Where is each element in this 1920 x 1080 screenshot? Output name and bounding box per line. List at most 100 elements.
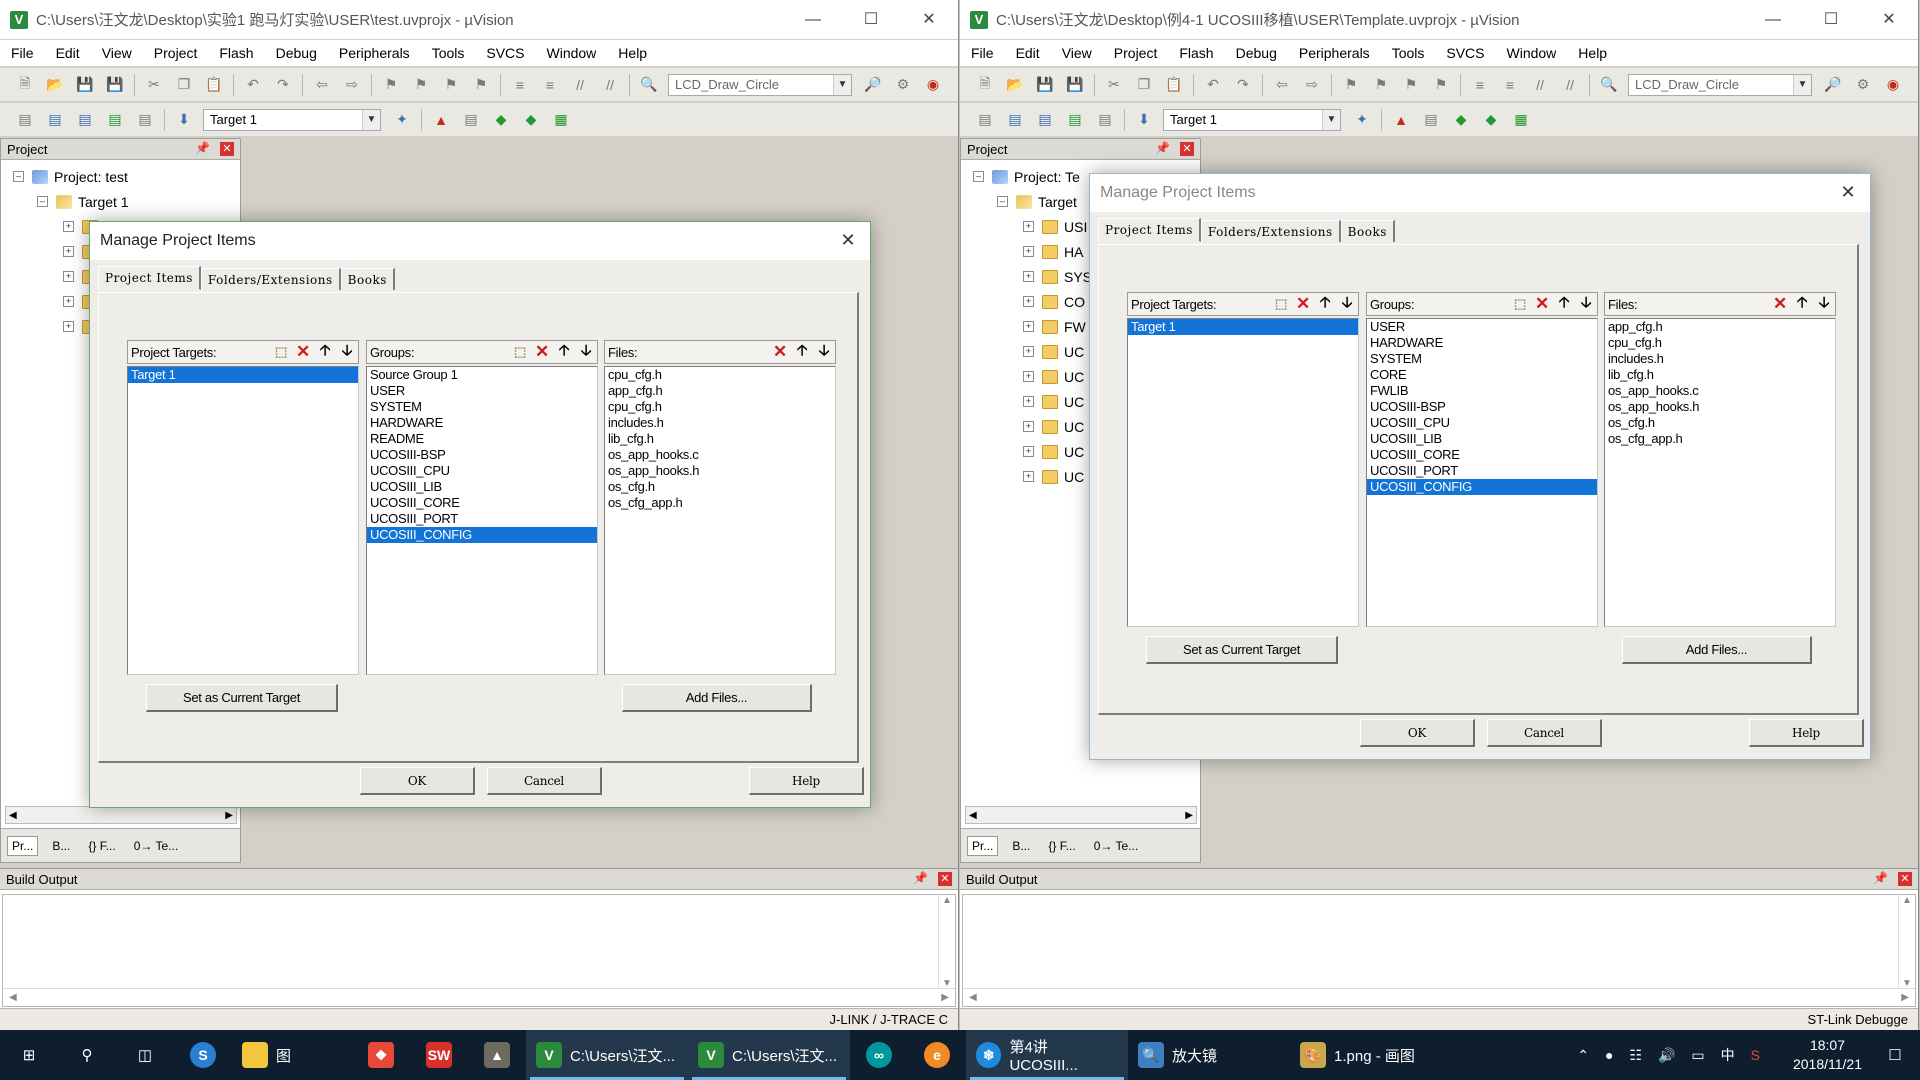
comment-icon[interactable]: // — [1529, 75, 1551, 95]
menu-svcs[interactable]: SVCS — [475, 45, 535, 61]
expand-icon[interactable]: + — [1023, 446, 1034, 457]
manage-components-icon[interactable]: ▤ — [1420, 110, 1442, 130]
run-time-environment-icon[interactable]: ▦ — [550, 110, 572, 130]
expand-icon[interactable]: + — [63, 221, 74, 232]
maximize-button[interactable]: ☐ — [1802, 0, 1860, 39]
menu-project[interactable]: Project — [143, 45, 209, 61]
group-item[interactable]: CORE — [1367, 367, 1597, 383]
group-item[interactable]: UCOSIII_PORT — [1367, 463, 1597, 479]
unindent-icon[interactable]: ≡ — [1499, 75, 1521, 95]
menu-window[interactable]: Window — [1496, 45, 1568, 61]
tab-functions[interactable]: {} F... — [1044, 837, 1079, 855]
file-item[interactable]: os_app_hooks.h — [605, 463, 835, 479]
save-icon[interactable]: 💾 — [1034, 75, 1056, 95]
tree-target-node[interactable]: – Target 1 — [1, 189, 240, 214]
tab-project-items[interactable]: Project Items — [1098, 218, 1201, 242]
manage-project-items-icon[interactable]: ▲ — [430, 110, 452, 130]
menu-edit[interactable]: Edit — [1005, 45, 1051, 61]
minimize-button[interactable]: — — [784, 0, 842, 39]
move-down-icon[interactable]: 🡣 — [1813, 294, 1835, 314]
undo-icon[interactable]: ↶ — [242, 75, 264, 95]
search-icon[interactable]: ⚲ — [58, 1030, 116, 1080]
group-item[interactable]: UCOSIII_CORE — [1367, 447, 1597, 463]
move-down-icon[interactable]: 🡣 — [336, 342, 358, 362]
new-item-icon[interactable]: ⬚ — [270, 342, 292, 362]
tab-books[interactable]: Books — [340, 268, 395, 290]
file-item[interactable]: os_cfg.h — [605, 479, 835, 495]
collapse-icon[interactable]: – — [13, 171, 24, 182]
volume-icon[interactable]: 🔊 — [1658, 1047, 1675, 1064]
build-output-text[interactable]: ▲ ▼ ◀ ▶ — [962, 894, 1916, 1007]
delete-icon[interactable]: ✕ — [1769, 294, 1791, 314]
stop-build-icon[interactable]: ▤ — [1094, 110, 1116, 130]
expand-icon[interactable]: + — [63, 271, 74, 282]
save-all-icon[interactable]: 💾 — [1064, 75, 1086, 95]
expand-icon[interactable]: + — [1023, 371, 1034, 382]
tab-project[interactable]: Pr... — [967, 835, 999, 856]
keil-taskbar-item[interactable]: V C:\Users\汪文... — [526, 1030, 688, 1080]
file-item[interactable]: app_cfg.h — [1605, 319, 1835, 335]
group-item-selected[interactable]: UCOSIII_CONFIG — [367, 527, 597, 543]
move-down-icon[interactable]: 🡣 — [813, 342, 835, 362]
paint-taskbar-item[interactable]: 🎨 1.png - 画图 — [1290, 1030, 1452, 1080]
minimize-button[interactable]: — — [1744, 0, 1802, 39]
download-icon[interactable]: ⬇ — [173, 110, 195, 130]
expand-icon[interactable]: + — [1023, 321, 1034, 332]
build-icon[interactable]: ▤ — [1004, 110, 1026, 130]
group-item[interactable]: UCOSIII-BSP — [367, 447, 597, 463]
move-up-icon[interactable]: 🡡 — [553, 342, 575, 362]
tab-functions[interactable]: {} F... — [84, 837, 119, 855]
group-item[interactable]: USER — [1367, 319, 1597, 335]
target-combo[interactable]: Target 1 ▼ — [1163, 108, 1341, 131]
clear-bookmarks-icon[interactable]: ⚑ — [470, 75, 492, 95]
start-debug-icon[interactable]: ◉ — [922, 75, 944, 95]
menu-window[interactable]: Window — [536, 45, 608, 61]
menu-tools[interactable]: Tools — [421, 45, 476, 61]
horizontal-scrollbar[interactable]: ◀ ▶ — [965, 806, 1197, 824]
magnifier-taskbar-item[interactable]: 🔍 放大镜 — [1128, 1030, 1290, 1080]
expand-icon[interactable]: + — [1023, 271, 1034, 282]
menu-view[interactable]: View — [1051, 45, 1103, 61]
set-current-target-button[interactable]: Set as Current Target — [146, 684, 338, 712]
redo-icon[interactable]: ↷ — [272, 75, 294, 95]
ok-button[interactable]: OK — [1360, 719, 1475, 747]
uncomment-icon[interactable]: // — [1559, 75, 1581, 95]
scroll-right-icon[interactable]: ▶ — [1185, 810, 1193, 821]
targets-list[interactable]: Target 1 — [127, 366, 359, 675]
menu-debug[interactable]: Debug — [265, 45, 328, 61]
run-time-environment-icon[interactable]: ▦ — [1510, 110, 1532, 130]
file-item[interactable]: lib_cfg.h — [605, 431, 835, 447]
menu-svcs[interactable]: SVCS — [1435, 45, 1495, 61]
expand-icon[interactable]: + — [1023, 471, 1034, 482]
menu-flash[interactable]: Flash — [1168, 45, 1224, 61]
clear-bookmarks-icon[interactable]: ⚑ — [1430, 75, 1452, 95]
delete-icon[interactable]: ✕ — [769, 342, 791, 362]
cancel-button[interactable]: Cancel — [487, 767, 602, 795]
redo-icon[interactable]: ↷ — [1232, 75, 1254, 95]
pin-icon[interactable]: 📌 — [913, 871, 928, 885]
batch-build-icon[interactable]: ▤ — [1064, 110, 1086, 130]
menu-project[interactable]: Project — [1103, 45, 1169, 61]
slides-taskbar-item[interactable]: ❄ 第4讲 UCOSIII... — [966, 1030, 1128, 1080]
pack-installer-icon[interactable]: ◆ — [1480, 110, 1502, 130]
group-item[interactable]: USER — [367, 383, 597, 399]
stop-build-icon[interactable]: ▤ — [134, 110, 156, 130]
horizontal-scrollbar[interactable]: ◀ ▶ — [5, 806, 237, 824]
rebuild-icon[interactable]: ▤ — [74, 110, 96, 130]
navigate-back-icon[interactable]: ⇦ — [1271, 75, 1293, 95]
chevron-down-icon[interactable]: ▼ — [1793, 74, 1811, 95]
move-down-icon[interactable]: 🡣 — [575, 342, 597, 362]
debug-session-icon[interactable]: ⚙ — [1852, 75, 1874, 95]
close-icon[interactable]: ✕ — [220, 142, 234, 156]
file-item[interactable]: os_cfg.h — [1605, 415, 1835, 431]
move-up-icon[interactable]: 🡡 — [791, 342, 813, 362]
chevron-down-icon[interactable]: ▼ — [1322, 109, 1340, 130]
rebuild-icon[interactable]: ▤ — [1034, 110, 1056, 130]
groups-list[interactable]: USER HARDWARE SYSTEM CORE FWLIB UCOSIII-… — [1366, 318, 1598, 627]
tab-folders-extensions[interactable]: Folders/Extensions — [1200, 220, 1341, 242]
unindent-icon[interactable]: ≡ — [539, 75, 561, 95]
close-button[interactable]: ✕ — [1860, 0, 1918, 39]
arduino-icon[interactable]: ∞ — [850, 1030, 908, 1080]
move-up-icon[interactable]: 🡡 — [314, 342, 336, 362]
expand-icon[interactable]: + — [1023, 246, 1034, 257]
